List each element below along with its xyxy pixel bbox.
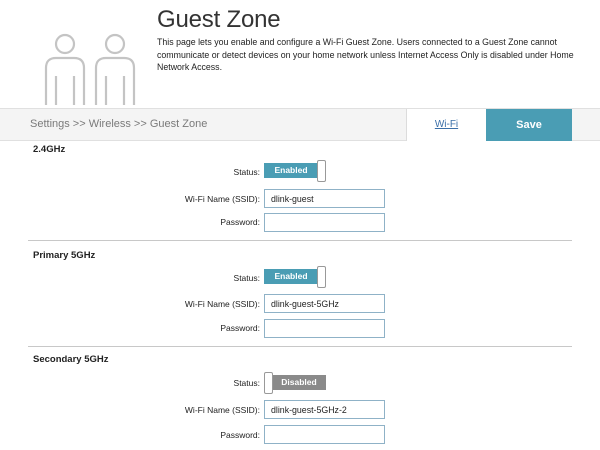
ssid-input[interactable] (264, 294, 385, 313)
status-value: Disabled (272, 375, 326, 390)
status-label: Status: (233, 273, 260, 283)
password-label: Password: (220, 430, 260, 440)
section-title: Secondary 5GHz (33, 354, 109, 365)
section-primary-5ghz: Primary 5GHz Status: Enabled Wi-Fi Name … (0, 247, 600, 347)
breadcrumb: Settings >> Wireless >> Guest Zone (30, 118, 208, 130)
section-secondary-5ghz: Secondary 5GHz Status: Disabled Wi-Fi Na… (0, 351, 600, 450)
toggle-knob[interactable] (317, 160, 326, 182)
section-title: 2.4GHz (33, 144, 66, 155)
password-label: Password: (220, 323, 260, 333)
status-toggle[interactable]: Disabled (264, 372, 326, 394)
password-label: Password: (220, 217, 260, 227)
nav-bar: Settings >> Wireless >> Guest Zone Wi-Fi… (0, 108, 600, 141)
page-title: Guest Zone (157, 6, 281, 33)
wifi-link[interactable]: Wi-Fi (407, 109, 486, 141)
password-input[interactable] (264, 319, 385, 338)
status-label: Status: (233, 167, 260, 177)
page-description: This page lets you enable and configure … (157, 37, 574, 72)
status-value: Enabled (264, 163, 318, 178)
status-toggle[interactable]: Enabled (264, 160, 326, 182)
toggle-knob[interactable] (317, 266, 326, 288)
wifi-tab[interactable]: Wi-Fi (406, 109, 486, 141)
status-label: Status: (233, 378, 260, 388)
ssid-label: Wi-Fi Name (SSID): (184, 194, 260, 204)
toggle-knob[interactable] (264, 372, 273, 394)
password-input[interactable] (264, 425, 385, 444)
section-divider (28, 240, 572, 241)
save-button[interactable]: Save (486, 109, 572, 141)
ssid-label: Wi-Fi Name (SSID): (184, 299, 260, 309)
ssid-label: Wi-Fi Name (SSID): (184, 405, 260, 415)
ssid-input[interactable] (264, 189, 385, 208)
section-2-4ghz: 2.4GHz Status: Enabled Wi-Fi Name (SSID)… (0, 141, 600, 241)
status-value: Enabled (264, 269, 318, 284)
status-toggle[interactable]: Enabled (264, 266, 326, 288)
password-input[interactable] (264, 213, 385, 232)
section-title: Primary 5GHz (33, 250, 96, 261)
page-header: Guest Zone This page lets you enable and… (0, 0, 600, 108)
ssid-input[interactable] (264, 400, 385, 419)
section-divider (28, 346, 572, 347)
users-icon (44, 33, 136, 105)
